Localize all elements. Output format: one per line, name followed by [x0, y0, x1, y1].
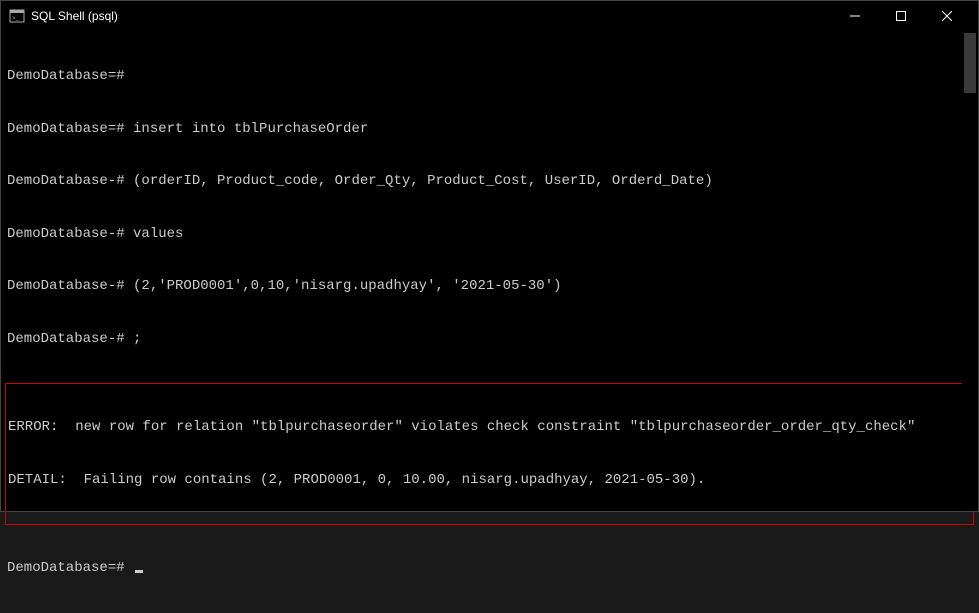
svg-text:>_: >_ — [12, 15, 20, 22]
cursor — [135, 570, 143, 573]
error-line: DETAIL: Failing row contains (2, PROD000… — [8, 472, 971, 490]
terminal-line: DemoDatabase-# ; — [7, 331, 972, 349]
prompt-text: DemoDatabase=# — [7, 560, 133, 576]
app-icon: >_ — [9, 8, 25, 24]
titlebar: >_ SQL Shell (psql) — [1, 1, 978, 31]
maximize-button[interactable] — [878, 1, 924, 31]
terminal-line: DemoDatabase-# values — [7, 226, 972, 244]
terminal-output[interactable]: DemoDatabase=# DemoDatabase=# insert int… — [1, 31, 978, 511]
error-highlight: ERROR: new row for relation "tblpurchase… — [5, 383, 974, 525]
terminal-line: DemoDatabase=# — [7, 68, 972, 86]
terminal-line: DemoDatabase-# (orderID, Product_code, O… — [7, 173, 972, 191]
error-line: ERROR: new row for relation "tblpurchase… — [8, 419, 971, 437]
window-controls — [832, 1, 970, 31]
scrollbar-thumb[interactable] — [964, 33, 976, 93]
scrollbar[interactable] — [962, 31, 978, 511]
minimize-button[interactable] — [832, 1, 878, 31]
terminal-line: DemoDatabase-# (2,'PROD0001',0,10,'nisar… — [7, 278, 972, 296]
close-button[interactable] — [924, 1, 970, 31]
terminal-prompt: DemoDatabase=# — [7, 560, 972, 578]
window-title: SQL Shell (psql) — [31, 9, 832, 23]
terminal-line: DemoDatabase=# insert into tblPurchaseOr… — [7, 121, 972, 139]
